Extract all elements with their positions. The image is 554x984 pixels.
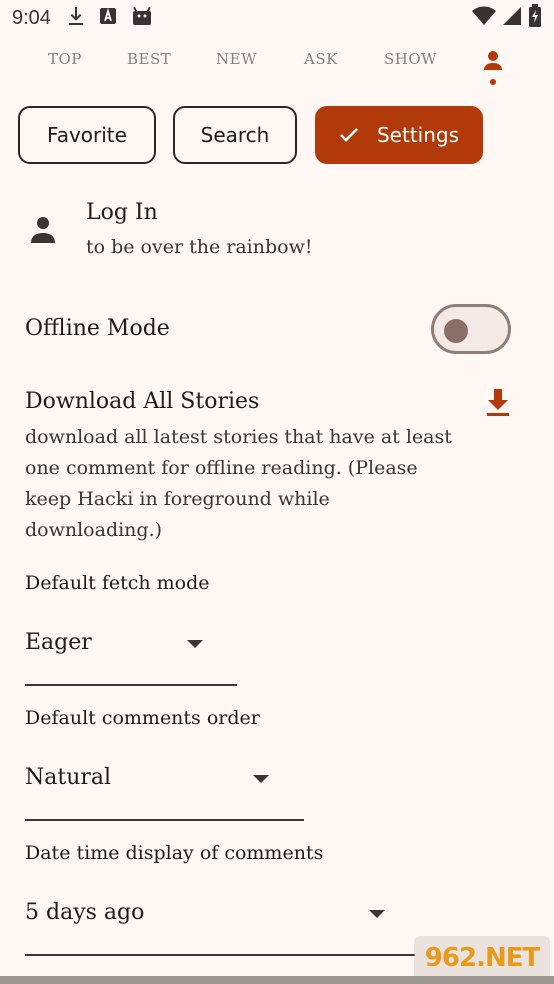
wifi-icon	[472, 6, 496, 31]
download-all-icon[interactable]	[485, 389, 511, 421]
status-time: 9:04	[12, 6, 51, 29]
bottom-strip	[0, 976, 554, 984]
settings-chip-label: Settings	[376, 123, 460, 147]
tab-ask[interactable]: ASK	[304, 50, 338, 68]
chevron-down-icon	[253, 775, 269, 783]
comments-order-value: Natural	[25, 765, 112, 790]
font-icon	[99, 7, 117, 30]
tab-show[interactable]: SHOW	[384, 50, 437, 68]
tab-top[interactable]: TOP	[48, 50, 82, 68]
search-chip-label: Search	[200, 123, 270, 147]
offline-mode-toggle[interactable]	[431, 304, 511, 354]
settings-chip[interactable]: Settings	[315, 106, 483, 164]
offline-mode-label: Offline Mode	[25, 316, 170, 341]
signal-icon	[502, 6, 522, 31]
status-bar: 9:04	[0, 0, 554, 36]
download-all-title: Download All Stories	[25, 389, 260, 414]
search-chip[interactable]: Search	[173, 106, 297, 164]
chevron-down-icon	[369, 910, 385, 918]
fetch-mode-dropdown[interactable]: Eager	[25, 626, 237, 686]
battery-icon	[528, 3, 542, 33]
person-icon	[484, 51, 502, 85]
account-icon	[30, 216, 56, 248]
status-right	[472, 3, 542, 33]
fetch-mode-value: Eager	[25, 630, 92, 655]
active-tab-indicator	[490, 79, 496, 85]
android-icon	[131, 6, 153, 31]
favorite-chip[interactable]: Favorite	[18, 106, 156, 164]
login-row[interactable]: Log In to be over the rainbow!	[0, 196, 554, 270]
check-icon	[339, 127, 359, 143]
comments-order-dropdown[interactable]: Natural	[25, 761, 304, 821]
chevron-down-icon	[187, 640, 203, 648]
toggle-knob	[444, 319, 468, 343]
download-icon	[67, 6, 85, 31]
tab-bar: TOP BEST NEW ASK SHOW	[0, 44, 554, 85]
watermark-logo: 962.NET	[414, 936, 550, 980]
date-display-dropdown[interactable]: 5 days ago	[25, 896, 415, 956]
tab-new[interactable]: NEW	[216, 50, 257, 68]
login-title: Log In	[86, 200, 158, 225]
fetch-mode-label: Default fetch mode	[25, 572, 210, 594]
tab-profile[interactable]	[482, 50, 504, 85]
favorite-chip-label: Favorite	[47, 123, 127, 147]
login-subtitle: to be over the rainbow!	[86, 236, 313, 258]
tab-best[interactable]: BEST	[127, 50, 171, 68]
comments-order-label: Default comments order	[25, 707, 260, 729]
status-icons	[67, 6, 153, 31]
date-display-value: 5 days ago	[25, 900, 145, 925]
download-all-description: download all latest stories that have at…	[25, 426, 452, 541]
date-display-label: Date time display of comments	[25, 842, 324, 864]
